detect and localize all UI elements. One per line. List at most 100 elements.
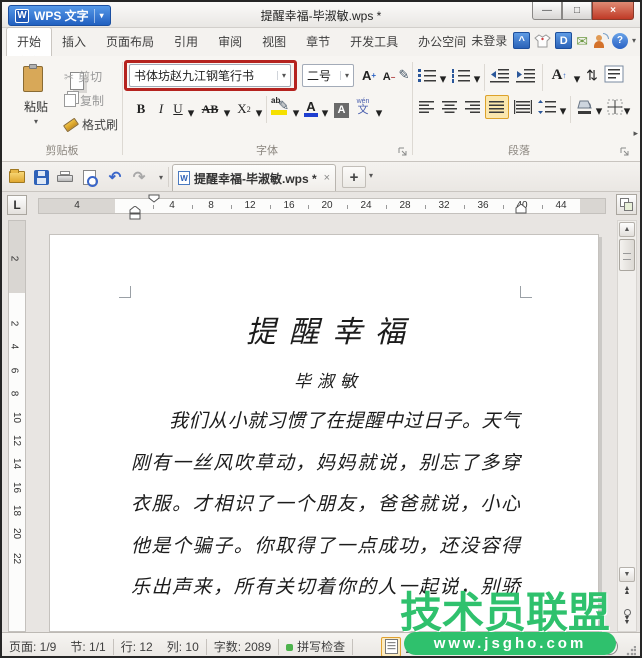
chevron-down-icon[interactable]: ▾ xyxy=(594,100,604,122)
minimize-button[interactable]: — xyxy=(532,2,562,20)
tab-home[interactable]: 开始 xyxy=(6,27,53,56)
resize-grip[interactable] xyxy=(626,646,636,656)
grow-font-button[interactable]: A + xyxy=(359,64,379,86)
tab-page-layout[interactable]: 页面布局 xyxy=(96,28,164,56)
show-marks-button[interactable]: ⇅ xyxy=(584,64,600,86)
align-right-button[interactable] xyxy=(462,96,484,118)
shading-button[interactable] xyxy=(574,96,596,118)
font-group-label: 字体 xyxy=(256,145,278,157)
paste-button[interactable]: 粘贴 ▾ xyxy=(14,64,84,126)
cut-button[interactable]: ✂ 剪切 xyxy=(64,68,102,85)
close-tab-icon[interactable]: × xyxy=(324,172,330,184)
chevron-down-icon[interactable]: ▾ xyxy=(374,102,384,124)
highlight-button[interactable]: ab ✎ xyxy=(270,96,290,118)
pinyin-guide-button[interactable]: wén 文 xyxy=(353,96,373,118)
clear-format-button[interactable]: ✎ xyxy=(396,64,412,86)
copy-button[interactable]: 复制 xyxy=(64,92,104,109)
scrollbar-thumb[interactable] xyxy=(619,239,635,271)
justify-button[interactable] xyxy=(485,95,509,119)
document-tab[interactable]: W 提醒幸福-毕淑敏.wps * × xyxy=(172,164,336,191)
line-spacing-button[interactable] xyxy=(536,96,558,118)
ruler-number: 14 xyxy=(11,457,23,470)
tab-review[interactable]: 审阅 xyxy=(208,28,252,56)
tab-office-space[interactable]: 办公空间 xyxy=(408,28,476,56)
page-view-button[interactable] xyxy=(381,636,402,656)
chevron-down-icon[interactable]: ▾ xyxy=(340,71,353,80)
right-indent-marker[interactable] xyxy=(515,204,527,214)
chevron-down-icon[interactable]: ▾ xyxy=(277,71,290,80)
next-page-button[interactable]: ▼ ▼ xyxy=(619,615,635,626)
vertical-ruler[interactable]: 2 2 4 6 8 10 12 14 16 18 20 22 xyxy=(8,220,26,632)
paragraph-dialog-launcher[interactable] xyxy=(620,147,630,157)
chevron-down-icon[interactable]: ▾ xyxy=(254,102,264,124)
skin-icon[interactable] xyxy=(534,33,552,49)
mail-icon[interactable]: ✉ xyxy=(576,34,588,48)
chevron-down-icon[interactable]: ▾ xyxy=(472,68,482,90)
bullets-button[interactable] xyxy=(416,64,438,86)
open-button[interactable] xyxy=(6,167,28,187)
tab-stop-selector[interactable]: L xyxy=(7,195,27,215)
numbering-button[interactable] xyxy=(450,64,472,86)
print-button[interactable] xyxy=(54,167,76,187)
chevron-down-icon[interactable]: ▾ xyxy=(320,102,330,124)
increase-indent-button[interactable] xyxy=(514,64,536,86)
align-center-button[interactable] xyxy=(439,96,461,118)
horizontal-ruler[interactable]: 4 4 8 12 16 20 24 28 32 36 40 44 xyxy=(38,194,606,220)
chevron-down-icon[interactable]: ▾ xyxy=(622,100,632,122)
distribute-button[interactable] xyxy=(512,96,534,118)
superscript-button[interactable]: X2 xyxy=(234,98,254,120)
ruler-toggle-button[interactable] xyxy=(616,194,637,215)
chevron-down-icon[interactable]: ▾ xyxy=(14,117,58,126)
font-size-select[interactable]: 二号 ▾ xyxy=(302,64,354,87)
char-shading-button[interactable]: A xyxy=(333,99,350,121)
maximize-button[interactable]: □ xyxy=(562,2,592,20)
decrease-indent-button[interactable] xyxy=(488,64,510,86)
chevron-down-icon[interactable]: ▾ xyxy=(222,102,232,124)
docer-icon[interactable]: D xyxy=(555,32,573,49)
new-tab-button[interactable]: + xyxy=(342,166,366,188)
strikethrough-button[interactable]: AB xyxy=(198,98,222,120)
document-page[interactable]: 提醒幸福 毕淑敏 我们从小就习惯了在提醒中过日子。天气 刚有一丝风吹草动，妈妈就… xyxy=(49,234,599,632)
chevron-down-icon[interactable]: ▾ xyxy=(558,100,568,122)
font-name-select[interactable]: 书体坊赵九江钢笔行书 ▾ xyxy=(129,64,291,87)
tab-view[interactable]: 视图 xyxy=(252,28,296,56)
chevron-down-icon[interactable]: ▾ xyxy=(438,68,448,90)
chevron-down-icon[interactable]: ▾ xyxy=(632,36,636,45)
first-line-indent-marker[interactable] xyxy=(148,194,160,203)
chevron-down-icon[interactable]: ▾ xyxy=(572,68,582,90)
paragraph-layout-button[interactable] xyxy=(603,63,625,85)
scroll-up-button[interactable]: ▲ xyxy=(619,222,635,237)
previous-page-button[interactable]: ▲ ▲ xyxy=(619,585,635,596)
chevron-down-icon[interactable]: ▾ xyxy=(291,102,301,124)
tab-insert[interactable]: 插入 xyxy=(52,28,96,56)
spellcheck-status[interactable]: 拼写检查 xyxy=(279,638,352,655)
save-button[interactable] xyxy=(30,167,52,187)
underline-button[interactable]: U xyxy=(170,98,186,120)
italic-button[interactable]: I xyxy=(153,98,169,120)
left-indent-marker[interactable] xyxy=(129,206,141,220)
bold-button[interactable]: B xyxy=(132,98,150,120)
scroll-down-button[interactable]: ▼ xyxy=(619,567,635,582)
help-icon[interactable]: ? xyxy=(611,32,628,49)
remote-help-icon[interactable] xyxy=(592,32,609,49)
format-painter-button[interactable]: 格式刷 xyxy=(62,116,118,133)
chevron-down-icon[interactable]: ▾ xyxy=(186,102,196,124)
ruler-number: 4 xyxy=(8,343,20,350)
ribbon-expand-arrow[interactable]: ▸ xyxy=(633,128,638,139)
font-color-button[interactable]: A xyxy=(303,97,319,119)
tab-references[interactable]: 引用 xyxy=(164,28,208,56)
login-link[interactable]: 未登录 xyxy=(471,32,507,49)
undo-button[interactable]: ↶ xyxy=(104,167,126,187)
tab-section[interactable]: 章节 xyxy=(296,28,340,56)
print-preview-button[interactable] xyxy=(78,167,100,187)
text-tool-button[interactable]: A ↑ xyxy=(548,64,570,86)
vertical-scrollbar[interactable]: ▲ ▼ ▲ ▲ ▼ ▼ xyxy=(617,220,637,632)
status-word-count[interactable]: 字数: 2089 xyxy=(207,638,278,655)
tab-developer[interactable]: 开发工具 xyxy=(340,28,408,56)
redo-button[interactable]: ↷ xyxy=(128,167,150,187)
collapse-ribbon-icon[interactable]: ^ xyxy=(513,32,531,49)
align-left-button[interactable] xyxy=(416,96,438,118)
tab-list-dropdown[interactable]: ▾ xyxy=(369,171,373,180)
close-button[interactable]: × xyxy=(592,2,634,20)
font-dialog-launcher[interactable] xyxy=(398,147,408,157)
